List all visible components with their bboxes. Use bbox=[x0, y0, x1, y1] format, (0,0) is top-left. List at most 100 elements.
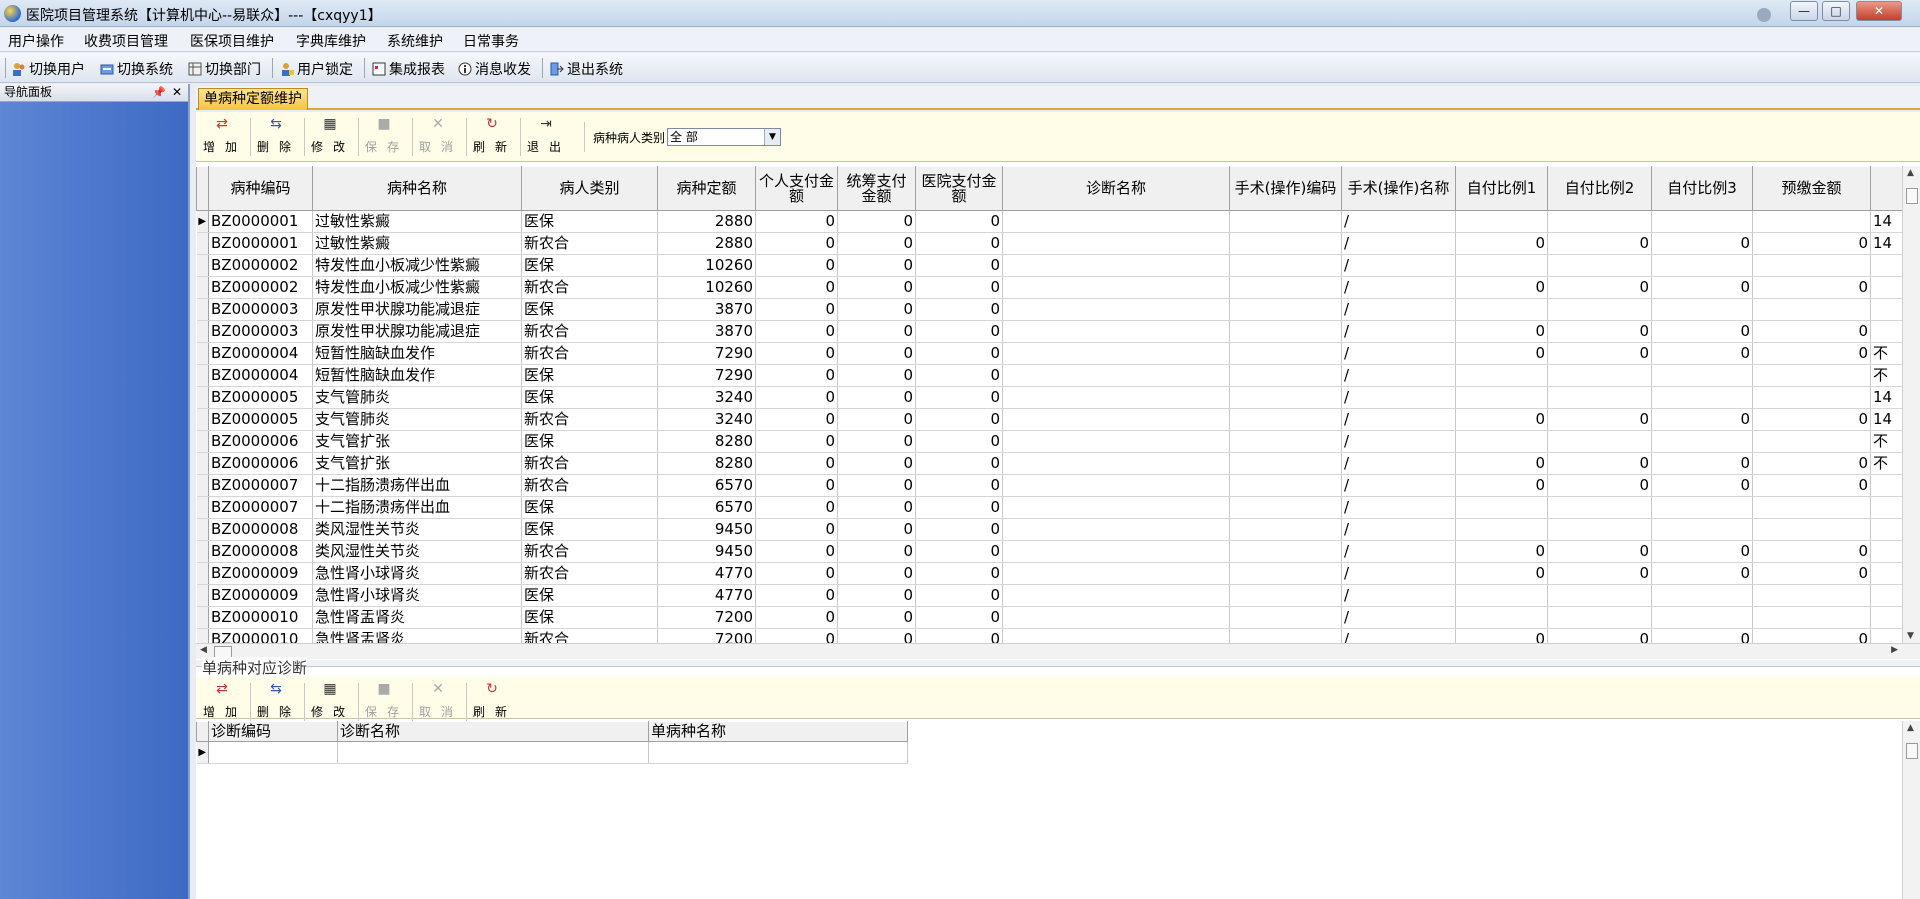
table-cell[interactable]: 0 bbox=[915, 342, 1003, 365]
table-cell[interactable]: BZ0000008 bbox=[208, 518, 313, 541]
table-cell[interactable]: 特发性血小板减少性紫癜 bbox=[312, 254, 522, 277]
table-cell[interactable]: 0 bbox=[1455, 320, 1548, 343]
table-cell[interactable] bbox=[1752, 364, 1871, 387]
table-cell[interactable] bbox=[1002, 606, 1230, 629]
table-cell[interactable]: 原发性甲状腺功能减退症 bbox=[312, 298, 522, 321]
diagnosis-action-5-button[interactable]: ↻ 刷新 bbox=[466, 681, 518, 723]
table-cell[interactable] bbox=[1752, 518, 1871, 541]
table-cell[interactable]: 0 bbox=[915, 562, 1003, 585]
table-cell[interactable]: 0 bbox=[1752, 452, 1871, 475]
table-cell[interactable] bbox=[1455, 430, 1548, 453]
table-cell[interactable]: 0 bbox=[1752, 232, 1871, 255]
table-cell[interactable]: 急性肾小球肾炎 bbox=[312, 584, 522, 607]
table-cell[interactable]: 0 bbox=[1752, 342, 1871, 365]
table-cell[interactable]: 短暂性脑缺血发作 bbox=[312, 364, 522, 387]
table-cell[interactable]: 0 bbox=[755, 232, 838, 255]
table-cell[interactable]: BZ0000006 bbox=[208, 452, 313, 475]
table-cell[interactable]: 0 bbox=[837, 430, 916, 453]
table-cell[interactable] bbox=[1002, 342, 1230, 365]
table-cell[interactable]: / bbox=[1341, 496, 1456, 519]
disease-name-cell[interactable] bbox=[648, 741, 908, 764]
table-cell[interactable]: 4770 bbox=[657, 562, 756, 585]
table-cell[interactable]: 医保 bbox=[521, 386, 658, 409]
table-cell[interactable]: 0 bbox=[837, 606, 916, 629]
table-cell[interactable] bbox=[1870, 584, 1903, 607]
table-cell[interactable]: 原发性甲状腺功能减退症 bbox=[312, 320, 522, 343]
minimize-button[interactable]: — bbox=[1790, 1, 1818, 21]
table-cell[interactable] bbox=[1870, 320, 1903, 343]
table-cell[interactable] bbox=[1229, 562, 1342, 585]
scroll-thumb[interactable] bbox=[1906, 743, 1918, 759]
table-cell[interactable]: BZ0000002 bbox=[208, 254, 313, 277]
table-cell[interactable]: 0 bbox=[1651, 276, 1753, 299]
table-row[interactable]: ▶ BZ0000001 过敏性紫癜 医保 2880 0 0 0/14 bbox=[196, 210, 1903, 233]
table-cell[interactable]: / bbox=[1341, 430, 1456, 453]
table-cell[interactable]: 不 bbox=[1870, 452, 1903, 475]
table-cell[interactable]: / bbox=[1341, 210, 1456, 233]
table-cell[interactable] bbox=[1752, 298, 1871, 321]
table-cell[interactable]: / bbox=[1341, 276, 1456, 299]
table-row[interactable]: BZ0000002 特发性血小板减少性紫癜 新农合 10260 0 0 0/0 0 0 0 bbox=[196, 276, 1903, 299]
table-row[interactable]: BZ0000007 十二指肠溃疡伴出血 新农合 6570 0 0 0/0 0 0 0 bbox=[196, 474, 1903, 497]
table-cell[interactable]: 0 bbox=[837, 232, 916, 255]
table-cell[interactable]: BZ0000008 bbox=[208, 540, 313, 563]
diagnosis-action-2-button[interactable]: ▦ 修改 bbox=[304, 681, 356, 723]
table-cell[interactable]: 短暂性脑缺血发作 bbox=[312, 342, 522, 365]
table-cell[interactable] bbox=[1547, 254, 1652, 277]
table-cell[interactable]: / bbox=[1341, 386, 1456, 409]
table-cell[interactable] bbox=[1752, 606, 1871, 629]
table-cell[interactable]: 0 bbox=[915, 276, 1003, 299]
table-cell[interactable]: 急性肾小球肾炎 bbox=[312, 562, 522, 585]
table-cell[interactable]: 0 bbox=[1547, 562, 1652, 585]
menu-insurance-items[interactable]: 医保项目维护 bbox=[190, 31, 274, 51]
table-cell[interactable] bbox=[1547, 518, 1652, 541]
table-cell[interactable]: 0 bbox=[915, 584, 1003, 607]
table-cell[interactable]: 0 bbox=[1752, 474, 1871, 497]
table-cell[interactable]: 0 bbox=[1455, 452, 1548, 475]
diagnosis-code-cell[interactable] bbox=[208, 741, 338, 764]
table-cell[interactable] bbox=[1547, 496, 1652, 519]
table-cell[interactable] bbox=[1870, 298, 1903, 321]
table-cell[interactable]: 0 bbox=[1547, 276, 1652, 299]
table-cell[interactable]: 0 bbox=[837, 276, 916, 299]
table-cell[interactable] bbox=[1002, 540, 1230, 563]
table-cell[interactable]: 0 bbox=[1547, 342, 1652, 365]
table-cell[interactable]: 0 bbox=[915, 452, 1003, 475]
close-panel-icon[interactable]: ✕ bbox=[172, 84, 182, 101]
table-cell[interactable]: 十二指肠溃疡伴出血 bbox=[312, 474, 522, 497]
table-cell[interactable]: 医保 bbox=[521, 606, 658, 629]
table-cell[interactable] bbox=[1651, 496, 1753, 519]
table-row[interactable]: BZ0000005 支气管肺炎 医保 3240 0 0 0/14 bbox=[196, 386, 1903, 409]
table-cell[interactable]: 2880 bbox=[657, 232, 756, 255]
table-cell[interactable] bbox=[1002, 320, 1230, 343]
chevron-down-icon[interactable]: ▼ bbox=[764, 129, 781, 145]
close-button[interactable]: ✕ bbox=[1856, 1, 1902, 21]
column-header-13[interactable]: 预缴金额 bbox=[1752, 166, 1871, 211]
column-header-5[interactable]: 统筹支付金额 bbox=[837, 166, 916, 211]
table-cell[interactable]: 类风湿性关节炎 bbox=[312, 518, 522, 541]
table-cell[interactable]: 7290 bbox=[657, 342, 756, 365]
menu-system[interactable]: 系统维护 bbox=[387, 31, 443, 51]
table-cell[interactable]: 14 bbox=[1870, 386, 1903, 409]
table-cell[interactable]: 0 bbox=[1547, 452, 1652, 475]
table-cell[interactable]: BZ0000001 bbox=[208, 232, 313, 255]
table-cell[interactable]: 0 bbox=[1651, 320, 1753, 343]
table-cell[interactable]: BZ0000007 bbox=[208, 474, 313, 497]
table-cell[interactable] bbox=[1870, 254, 1903, 277]
table-row[interactable]: ▶ bbox=[196, 741, 908, 764]
table-cell[interactable]: 0 bbox=[837, 562, 916, 585]
table-cell[interactable]: BZ0000004 bbox=[208, 342, 313, 365]
table-cell[interactable] bbox=[1455, 518, 1548, 541]
table-cell[interactable]: 过敏性紫癜 bbox=[312, 232, 522, 255]
table-cell[interactable] bbox=[1870, 496, 1903, 519]
table-cell[interactable] bbox=[1229, 342, 1342, 365]
table-cell[interactable]: 0 bbox=[1547, 232, 1652, 255]
table-cell[interactable]: 0 bbox=[915, 320, 1003, 343]
table-cell[interactable]: / bbox=[1341, 606, 1456, 629]
table-cell[interactable]: 支气管扩张 bbox=[312, 430, 522, 453]
table-cell[interactable] bbox=[1002, 474, 1230, 497]
table-cell[interactable]: 0 bbox=[1651, 232, 1753, 255]
pin-icon[interactable]: 📌 bbox=[152, 84, 166, 101]
table-row[interactable]: BZ0000005 支气管肺炎 新农合 3240 0 0 0/0 0 0 0 14 bbox=[196, 408, 1903, 431]
table-cell[interactable] bbox=[1547, 584, 1652, 607]
